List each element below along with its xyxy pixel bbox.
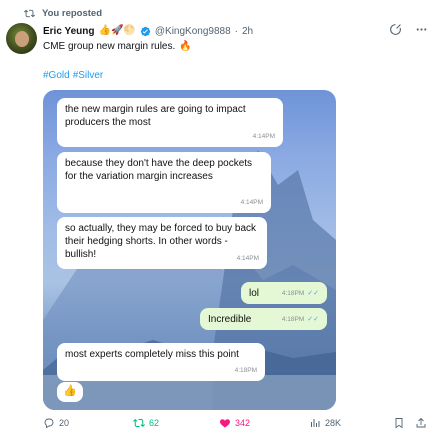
hashtag-list: #Gold #Silver (43, 70, 103, 81)
view-count: 28K (325, 418, 342, 428)
like-count: 342 (235, 418, 251, 428)
fire-emoji: 🔥 (179, 41, 192, 52)
chat-message-6: most experts completely miss this point … (57, 343, 265, 381)
message-text: because they don't have the deep pockets… (65, 158, 253, 182)
chat-message-4: lol 4:18PM ✓✓ (241, 282, 327, 304)
read-ticks-icon: ✓✓ (307, 290, 319, 297)
message-time: 4:14PM (252, 133, 275, 140)
reply-icon (44, 418, 54, 429)
tweet-timestamp[interactable]: 2h (242, 26, 253, 37)
message-text: lol (249, 288, 260, 299)
tweet-text: CME group new margin rules. 🔥 (43, 41, 192, 52)
chat-message-5: Incredible 4:18PM ✓✓ (200, 308, 327, 330)
message-time: 4:18PM (234, 367, 257, 374)
tweet-top-actions (389, 23, 428, 36)
read-ticks-icon: ✓✓ (307, 316, 319, 323)
author-handle[interactable]: @KingKong9888 (155, 26, 231, 37)
reply-count: 20 (59, 418, 70, 428)
tweet-body: CME group new margin rules. (43, 41, 176, 52)
author-name[interactable]: Eric Yeung (43, 26, 95, 37)
tweet-action-bar: 20 62 342 28K (43, 415, 433, 431)
views-button[interactable]: 28K (309, 417, 341, 429)
repost-count: 62 (149, 418, 160, 428)
repost-button[interactable]: 62 (133, 417, 159, 429)
hashtag-gold[interactable]: #Gold (43, 70, 70, 81)
tweet-header: Eric Yeung 👍🚀🌕 @KingKong9888 · 2h (43, 24, 253, 38)
message-text: the new margin rules are going to impact… (65, 104, 246, 128)
message-time: 4:14PM (236, 255, 259, 262)
chat-reaction: 👍 (57, 382, 83, 402)
thumbs-up-emoji: 👍 (63, 385, 77, 397)
bookmark-button[interactable] (393, 417, 405, 429)
like-button[interactable]: 342 (219, 417, 250, 429)
message-time: 4:14PM (240, 199, 263, 206)
message-text: most experts completely miss this point (65, 349, 239, 360)
verified-badge-icon[interactable] (140, 26, 151, 37)
message-text: so actually, they may be forced to buy b… (65, 223, 257, 260)
message-time: 4:18PM (281, 316, 305, 323)
author-emojis: 👍🚀🌕 (98, 25, 136, 36)
repost-icon (24, 9, 35, 17)
separator-dot: · (234, 25, 238, 37)
more-options-icon[interactable] (415, 23, 428, 36)
reply-button[interactable]: 20 (43, 417, 69, 429)
avatar[interactable] (6, 23, 37, 54)
repost-indicator: You reposted (24, 6, 102, 20)
chat-message-2: because they don't have the deep pockets… (57, 152, 271, 213)
chat-message-3: so actually, they may be forced to buy b… (57, 217, 267, 269)
repost-label: You reposted (42, 7, 102, 19)
chat-message-1: the new margin rules are going to impact… (57, 98, 283, 147)
grok-icon[interactable] (389, 23, 402, 36)
message-time: 4:18PM (281, 290, 305, 297)
tweet-media-image[interactable]: the new margin rules are going to impact… (43, 90, 336, 410)
share-icon (416, 417, 426, 428)
message-text: Incredible (208, 314, 252, 325)
analytics-icon (311, 419, 320, 427)
hashtag-silver[interactable]: #Silver (73, 70, 104, 81)
heart-icon (220, 419, 230, 428)
repost-icon (133, 418, 145, 428)
share-button[interactable] (415, 417, 427, 429)
bookmark-icon (395, 418, 403, 429)
